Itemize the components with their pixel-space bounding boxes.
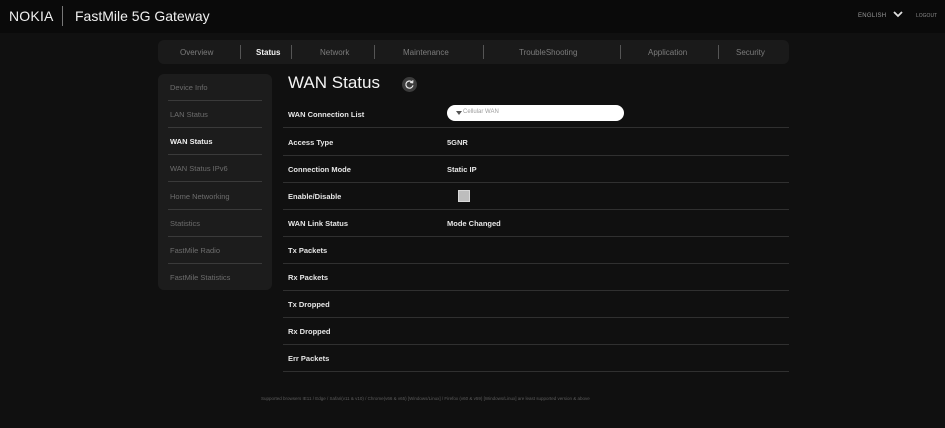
tx-dropped-label: Tx Dropped	[288, 300, 330, 309]
access-type-value: 5GNR	[447, 138, 468, 147]
browser-support-note: Supported browsers IE11 / Edge / Safari(…	[261, 396, 590, 401]
sidebar-divider	[168, 263, 262, 264]
tab-divider	[240, 45, 241, 59]
wan-link-status-label: WAN Link Status	[288, 219, 349, 228]
row-divider	[283, 290, 789, 291]
logout-link[interactable]: LOGOUT	[916, 13, 937, 19]
top-bar: NOKIA FastMile 5G Gateway ENGLISH LOGOUT	[0, 0, 945, 33]
connection-mode-value: Static IP	[447, 165, 477, 174]
header-divider	[62, 6, 63, 26]
sidebar-divider	[168, 181, 262, 182]
sidebar-divider	[168, 154, 262, 155]
sidebar-item-wan-status-ipv6[interactable]: WAN Status IPv6	[170, 164, 228, 173]
tab-divider	[483, 45, 484, 59]
tab-maintenance[interactable]: Maintenance	[403, 48, 449, 57]
row-divider	[283, 371, 789, 372]
sidebar-item-fastmile-radio[interactable]: FastMile Radio	[170, 246, 220, 255]
chevron-down-icon[interactable]	[893, 9, 903, 19]
wan-connection-list-label: WAN Connection List	[288, 110, 365, 119]
wan-connection-selected: Cellular WAN	[463, 109, 499, 115]
sidebar: Device Info LAN Status WAN Status WAN St…	[158, 74, 272, 290]
sidebar-item-lan-status[interactable]: LAN Status	[170, 110, 208, 119]
refresh-icon	[405, 80, 414, 89]
tab-divider	[718, 45, 719, 59]
sidebar-item-statistics[interactable]: Statistics	[170, 219, 200, 228]
row-divider	[283, 344, 789, 345]
rx-dropped-label: Rx Dropped	[288, 327, 331, 336]
row-divider	[283, 317, 789, 318]
tab-divider	[291, 45, 292, 59]
product-title: FastMile 5G Gateway	[75, 8, 210, 24]
refresh-button[interactable]	[402, 77, 417, 92]
row-divider	[283, 263, 789, 264]
sidebar-item-fastmile-statistics[interactable]: FastMile Statistics	[170, 273, 230, 282]
caret-down-icon	[456, 111, 462, 115]
row-divider	[283, 236, 789, 237]
tab-network[interactable]: Network	[320, 48, 349, 57]
page-title: WAN Status	[288, 73, 380, 92]
sidebar-divider	[168, 209, 262, 210]
enable-disable-label: Enable/Disable	[288, 192, 342, 201]
tab-overview[interactable]: Overview	[180, 48, 213, 57]
row-divider	[283, 182, 789, 183]
access-type-label: Access Type	[288, 138, 334, 147]
wan-connection-select[interactable]: Cellular WAN	[447, 105, 624, 121]
sidebar-item-wan-status[interactable]: WAN Status	[170, 137, 213, 146]
tab-status[interactable]: Status	[256, 48, 280, 57]
sidebar-divider	[168, 100, 262, 101]
row-divider	[283, 127, 789, 128]
sidebar-item-home-networking[interactable]: Home Networking	[170, 192, 230, 201]
row-divider	[283, 155, 789, 156]
sidebar-item-device-info[interactable]: Device Info	[170, 83, 208, 92]
tab-divider	[374, 45, 375, 59]
tab-security[interactable]: Security	[736, 48, 765, 57]
tab-divider	[620, 45, 621, 59]
sidebar-divider	[168, 236, 262, 237]
sidebar-divider	[168, 127, 262, 128]
main-nav-tabs: Overview Status Network Maintenance Trou…	[158, 40, 789, 64]
err-packets-label: Err Packets	[288, 354, 330, 363]
connection-mode-label: Connection Mode	[288, 165, 351, 174]
tab-application[interactable]: Application	[648, 48, 687, 57]
tx-packets-label: Tx Packets	[288, 246, 328, 255]
enable-checkbox[interactable]	[458, 190, 470, 202]
wan-link-status-value: Mode Changed	[447, 219, 501, 228]
rx-packets-label: Rx Packets	[288, 273, 329, 282]
language-selector[interactable]: ENGLISH	[858, 13, 886, 19]
row-divider	[283, 209, 789, 210]
tab-troubleshooting[interactable]: TroubleShooting	[519, 48, 577, 57]
nokia-logo: NOKIA	[9, 8, 54, 24]
